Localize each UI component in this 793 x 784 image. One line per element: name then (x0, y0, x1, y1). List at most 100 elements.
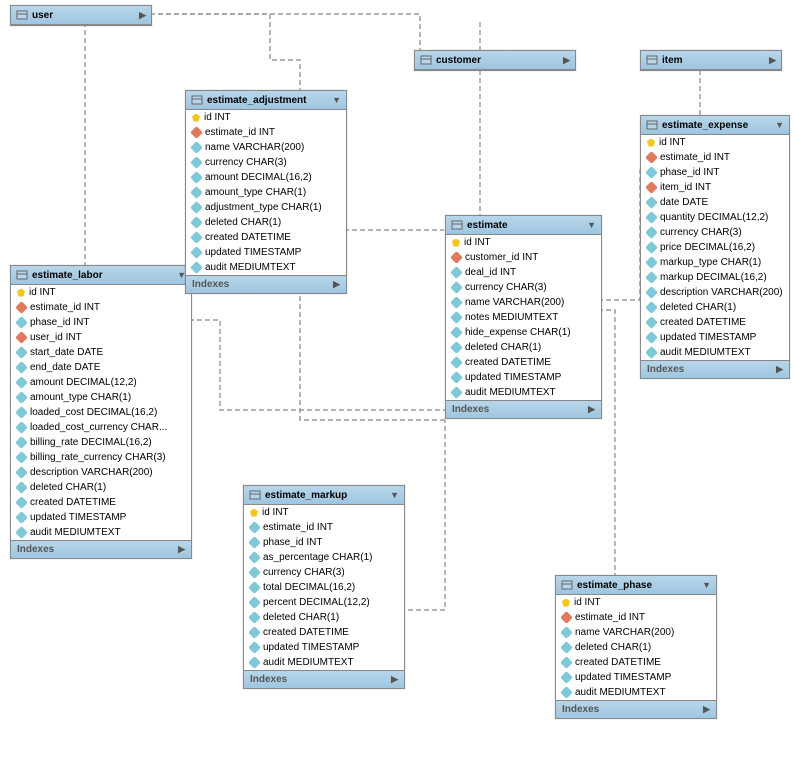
indexes-row[interactable]: Indexes▶ (244, 670, 404, 688)
indexes-row[interactable]: Indexes▶ (446, 400, 601, 418)
column-row: audit MEDIUMTEXT (641, 345, 789, 360)
column-label: audit MEDIUMTEXT (263, 657, 354, 668)
expand-icon: ▶ (178, 544, 185, 555)
field-icon (190, 171, 203, 184)
column-row: description VARCHAR(200) (641, 285, 789, 300)
column-label: billing_rate DECIMAL(16,2) (30, 437, 152, 448)
key-icon (452, 239, 460, 247)
column-label: currency CHAR(3) (465, 282, 547, 293)
column-label: deleted CHAR(1) (263, 612, 339, 623)
table-estimate-adjustment[interactable]: estimate_adjustment▼ id INTestimate_id I… (185, 90, 347, 294)
column-row: created DATETIME (556, 655, 716, 670)
column-label: total DECIMAL(16,2) (263, 582, 355, 593)
field-icon (560, 641, 573, 654)
column-label: amount DECIMAL(16,2) (205, 172, 312, 183)
column-label: currency CHAR(3) (660, 227, 742, 238)
column-label: id INT (659, 137, 686, 148)
column-label: audit MEDIUMTEXT (465, 387, 556, 398)
field-icon (248, 581, 261, 594)
column-row: created DATETIME (186, 230, 346, 245)
table-estimate-phase[interactable]: estimate_phase▼ id INTestimate_id INTnam… (555, 575, 717, 719)
column-label: description VARCHAR(200) (660, 287, 783, 298)
column-row: updated TIMESTAMP (446, 370, 601, 385)
column-label: price DECIMAL(16,2) (660, 242, 755, 253)
column-label: markup DECIMAL(16,2) (660, 272, 767, 283)
table-title: estimate (467, 220, 508, 231)
indexes-row[interactable]: Indexes▶ (556, 700, 716, 718)
field-icon (15, 316, 28, 329)
column-row: amount_type CHAR(1) (11, 390, 191, 405)
field-icon (190, 186, 203, 199)
column-label: updated TIMESTAMP (205, 247, 301, 258)
fk-icon (190, 126, 203, 139)
field-icon (450, 386, 463, 399)
column-row: total DECIMAL(16,2) (244, 580, 404, 595)
indexes-row[interactable]: Indexes▶ (11, 540, 191, 558)
column-row: estimate_id INT (641, 150, 789, 165)
column-row: description VARCHAR(200) (11, 465, 191, 480)
table-estimate[interactable]: estimate▼ id INTcustomer_id INTdeal_id I… (445, 215, 602, 419)
column-label: audit MEDIUMTEXT (575, 687, 666, 698)
field-icon (645, 331, 658, 344)
column-label: notes MEDIUMTEXT (465, 312, 558, 323)
column-row: amount DECIMAL(12,2) (11, 375, 191, 390)
field-icon (450, 296, 463, 309)
column-label: audit MEDIUMTEXT (660, 347, 751, 358)
field-icon (560, 686, 573, 699)
table-item[interactable]: item▶ (640, 50, 782, 71)
table-estimate-markup[interactable]: estimate_markup▼ id INTestimate_id INTph… (243, 485, 405, 689)
indexes-row[interactable]: Indexes▶ (186, 275, 346, 293)
columns-list: id INTestimate_id INTphase_id INTas_perc… (244, 505, 404, 670)
column-label: currency CHAR(3) (263, 567, 345, 578)
field-icon (190, 246, 203, 259)
expand-icon: ▶ (333, 279, 340, 290)
field-icon (645, 166, 658, 179)
column-row: markup DECIMAL(16,2) (641, 270, 789, 285)
key-icon (192, 114, 200, 122)
table-header: estimate_markup▼ (244, 486, 404, 505)
table-title: estimate_labor (32, 270, 103, 281)
indexes-row[interactable]: Indexes▶ (641, 360, 789, 378)
column-row: audit MEDIUMTEXT (556, 685, 716, 700)
column-label: deleted CHAR(1) (205, 217, 281, 228)
field-icon (645, 286, 658, 299)
table-estimate-expense[interactable]: estimate_expense▼ id INTestimate_id INTp… (640, 115, 790, 379)
column-row: phase_id INT (11, 315, 191, 330)
column-label: amount DECIMAL(12,2) (30, 377, 137, 388)
column-row: amount_type CHAR(1) (186, 185, 346, 200)
field-icon (450, 356, 463, 369)
column-row: phase_id INT (244, 535, 404, 550)
column-row: deleted CHAR(1) (11, 480, 191, 495)
field-icon (15, 361, 28, 374)
column-label: deal_id INT (465, 267, 516, 278)
fk-icon (645, 151, 658, 164)
field-icon (645, 226, 658, 239)
field-icon (190, 201, 203, 214)
column-row: billing_rate DECIMAL(16,2) (11, 435, 191, 450)
column-label: audit MEDIUMTEXT (30, 527, 121, 538)
column-label: hide_expense CHAR(1) (465, 327, 571, 338)
column-row: phase_id INT (641, 165, 789, 180)
table-estimate-labor[interactable]: estimate_labor▼ id INTestimate_id INTpha… (10, 265, 192, 559)
column-label: updated TIMESTAMP (660, 332, 756, 343)
column-row: estimate_id INT (244, 520, 404, 535)
field-icon (645, 211, 658, 224)
column-row: billing_rate_currency CHAR(3) (11, 450, 191, 465)
column-row: adjustment_type CHAR(1) (186, 200, 346, 215)
collapse-icon: ▶ (769, 55, 776, 66)
field-icon (15, 421, 28, 434)
column-row: customer_id INT (446, 250, 601, 265)
column-row: updated TIMESTAMP (186, 245, 346, 260)
column-row: id INT (556, 595, 716, 610)
field-icon (248, 521, 261, 534)
column-label: updated TIMESTAMP (465, 372, 561, 383)
column-label: created DATETIME (30, 497, 116, 508)
column-label: deleted CHAR(1) (465, 342, 541, 353)
column-label: deleted CHAR(1) (575, 642, 651, 653)
field-icon (645, 256, 658, 269)
column-label: amount_type CHAR(1) (205, 187, 306, 198)
table-user[interactable]: user▶ (10, 5, 152, 26)
table-title: estimate_markup (265, 490, 347, 501)
column-label: percent DECIMAL(12,2) (263, 597, 370, 608)
table-customer[interactable]: customer▶ (414, 50, 576, 71)
